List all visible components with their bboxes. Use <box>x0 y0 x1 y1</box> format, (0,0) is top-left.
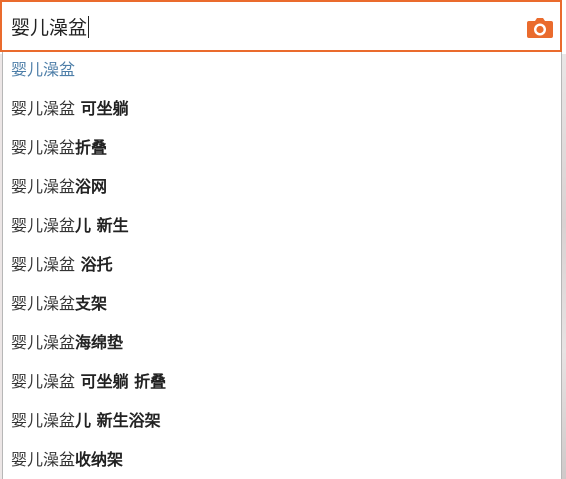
suggestion-query-text: 婴儿澡盆 <box>11 177 76 196</box>
suggestion-completion-text: 支架 <box>75 294 108 313</box>
search-box[interactable]: 婴儿澡盆 <box>0 0 562 52</box>
suggestion-query-text: 婴儿澡盆 <box>11 60 76 79</box>
suggestion-completion-text: 折叠 <box>75 138 108 157</box>
suggestion-item[interactable]: 婴儿澡盆儿 新生 <box>11 214 129 238</box>
suggestion-query-text: 婴儿澡盆 <box>11 372 76 391</box>
suggestion-item[interactable]: 婴儿澡盆 <box>11 58 75 82</box>
suggestion-completion-text: 儿 新生浴架 <box>75 411 161 430</box>
suggestion-completion-text: 儿 新生 <box>75 216 129 235</box>
suggestion-completion-text: 海绵垫 <box>75 333 124 352</box>
camera-icon[interactable] <box>526 17 554 39</box>
suggestion-item[interactable]: 婴儿澡盆收纳架 <box>11 448 123 472</box>
search-input-value: 婴儿澡盆 <box>11 17 88 39</box>
suggestion-item[interactable]: 婴儿澡盆 可坐躺 折叠 <box>11 370 166 394</box>
background-page-edge-right <box>562 54 566 479</box>
suggestion-query-text: 婴儿澡盆 <box>11 294 76 313</box>
suggestion-query-text: 婴儿澡盆 <box>11 333 76 352</box>
text-caret <box>88 16 90 38</box>
suggestion-item[interactable]: 婴儿澡盆 可坐躺 <box>11 97 129 121</box>
suggestion-dropdown: 婴儿澡盆 婴儿澡盆 可坐躺 婴儿澡盆折叠 婴儿澡盆浴网 婴儿澡盆儿 新生 婴儿澡… <box>2 52 562 479</box>
suggestion-item[interactable]: 婴儿澡盆折叠 <box>11 136 107 160</box>
suggestion-query-text: 婴儿澡盆 <box>11 255 76 274</box>
suggestion-query-text: 婴儿澡盆 <box>11 99 76 118</box>
suggestion-item[interactable]: 婴儿澡盆浴网 <box>11 175 107 199</box>
suggestion-query-text: 婴儿澡盆 <box>11 411 76 430</box>
suggestion-item[interactable]: 婴儿澡盆 浴托 <box>11 253 113 277</box>
suggestion-query-text: 婴儿澡盆 <box>11 138 76 157</box>
search-input[interactable]: 婴儿澡盆 <box>11 16 90 40</box>
search-page: 婴儿澡盆 婴儿澡盆 婴儿澡盆 可坐躺 婴儿澡盆折叠 婴儿澡盆浴网 婴儿澡盆儿 新… <box>0 0 566 479</box>
suggestion-item[interactable]: 婴儿澡盆儿 新生浴架 <box>11 409 161 433</box>
suggestion-completion-text: 可坐躺 折叠 <box>75 372 167 391</box>
suggestion-query-text: 婴儿澡盆 <box>11 450 76 469</box>
suggestion-completion-text: 可坐躺 <box>75 99 129 118</box>
suggestion-completion-text: 浴网 <box>75 177 108 196</box>
suggestion-completion-text: 收纳架 <box>75 450 124 469</box>
suggestion-query-text: 婴儿澡盆 <box>11 216 76 235</box>
suggestion-completion-text: 浴托 <box>75 255 113 274</box>
suggestion-item[interactable]: 婴儿澡盆海绵垫 <box>11 331 123 355</box>
suggestion-item[interactable]: 婴儿澡盆支架 <box>11 292 107 316</box>
